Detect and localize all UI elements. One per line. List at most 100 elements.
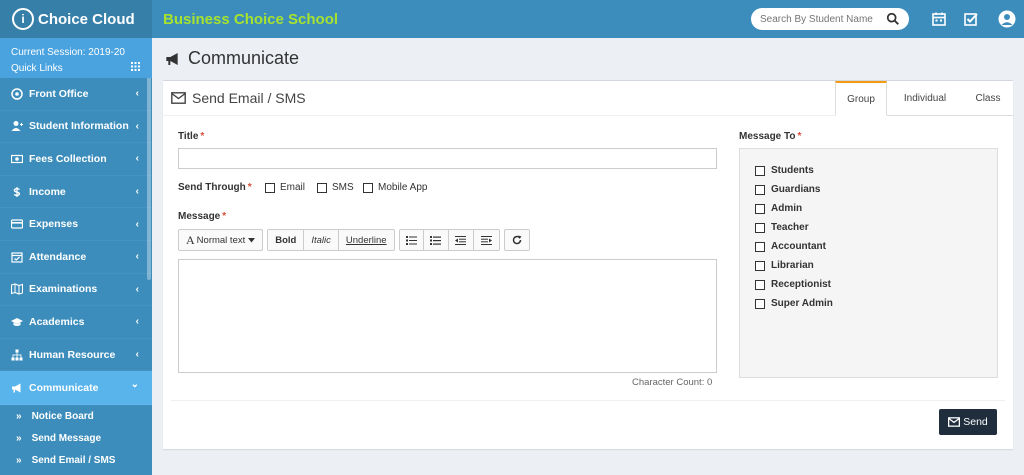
normal-text-select[interactable]: A Normal text — [179, 230, 262, 250]
role-admin[interactable]: Admin — [755, 203, 802, 214]
sidebar-item-front-office[interactable]: Front Office ‹ — [0, 78, 152, 111]
accountant-checkbox[interactable] — [755, 241, 765, 252]
sidebar-item-label: Examinations — [29, 283, 98, 296]
send-through-sms[interactable]: SMS — [317, 182, 354, 193]
send-through-mobile-app[interactable]: Mobile App — [363, 182, 427, 193]
underline-button[interactable]: Underline — [339, 230, 394, 250]
role-guardians[interactable]: Guardians — [755, 184, 820, 195]
email-option-label: Email — [280, 182, 306, 193]
bold-button[interactable]: Bold — [268, 230, 305, 250]
double-chevron-icon: » — [16, 432, 22, 444]
role-students[interactable]: Students — [755, 165, 814, 176]
sidebar-item-communicate[interactable]: Communicate ⌄ — [0, 371, 152, 406]
sidebar-item-human-resource[interactable]: Human Resource ‹ — [0, 339, 152, 372]
required-mark: * — [247, 182, 252, 193]
character-count: Character Count: 0 — [632, 377, 713, 388]
unordered-list-button[interactable] — [400, 230, 424, 250]
search-input[interactable] — [760, 13, 880, 25]
role-super-admin[interactable]: Super Admin — [755, 298, 833, 309]
italic-button[interactable]: Italic — [304, 230, 339, 250]
search-icon[interactable] — [886, 12, 900, 26]
user-avatar-icon[interactable] — [998, 10, 1016, 28]
envelope-icon — [171, 92, 186, 104]
chevron-left-icon: ‹ — [135, 349, 139, 361]
role-librarian[interactable]: Librarian — [755, 260, 814, 271]
indent-icon — [480, 235, 492, 245]
email-checkbox[interactable] — [265, 182, 275, 193]
role-label: Super Admin — [771, 298, 833, 309]
quick-links[interactable]: Quick Links — [11, 61, 141, 77]
message-to-label-text: Message To — [739, 131, 796, 142]
chevron-left-icon: ‹ — [135, 316, 139, 328]
sms-option-label: SMS — [332, 182, 354, 193]
required-mark: * — [797, 131, 802, 142]
role-accountant[interactable]: Accountant — [755, 241, 826, 252]
box-title: Send Email / SMS — [171, 90, 306, 106]
format-dropdown[interactable]: A Normal text — [178, 229, 264, 251]
undo-group — [503, 229, 530, 251]
sidebar-subitem-send-message[interactable]: » Send Message — [0, 427, 152, 450]
task-check-icon[interactable] — [963, 11, 979, 27]
indent-button[interactable] — [474, 230, 499, 250]
sidebar-item-examinations[interactable]: Examinations ‹ — [0, 274, 152, 307]
sidebar-item-label: Fees Collection — [29, 152, 107, 165]
students-checkbox[interactable] — [755, 165, 765, 176]
tab-individual[interactable]: Individual — [887, 81, 963, 116]
student-search[interactable] — [751, 8, 909, 30]
sidebar-item-academics[interactable]: Academics ‹ — [0, 306, 152, 339]
normal-text-label: Normal text — [196, 234, 246, 246]
chevron-left-icon: ‹ — [135, 251, 139, 263]
chevron-down-icon: ⌄ — [130, 379, 139, 391]
sidebar-subitem-label: Send Message — [31, 432, 102, 444]
calendar-icon[interactable] — [931, 11, 947, 27]
role-teacher[interactable]: Teacher — [755, 222, 809, 233]
ordered-list-button[interactable] — [424, 230, 449, 250]
double-chevron-icon: » — [16, 454, 22, 466]
super-admin-checkbox[interactable] — [755, 298, 765, 309]
sidebar-item-expenses[interactable]: Expenses ‹ — [0, 208, 152, 241]
guardians-checkbox[interactable] — [755, 184, 765, 195]
outdent-button[interactable] — [449, 230, 474, 250]
page-title: Communicate — [164, 48, 299, 69]
role-label: Accountant — [771, 241, 826, 252]
send-button[interactable]: Send — [939, 409, 997, 435]
sidebar-subitem-notice-board[interactable]: » Notice Board — [0, 405, 152, 428]
role-receptionist[interactable]: Receptionist — [755, 279, 831, 290]
sidebar-item-attendance[interactable]: Attendance ‹ — [0, 241, 152, 274]
title-input[interactable] — [178, 148, 717, 169]
grid-icon[interactable] — [131, 62, 140, 71]
refresh-button[interactable] — [505, 230, 529, 250]
money-icon — [11, 154, 23, 164]
receptionist-checkbox[interactable] — [755, 279, 765, 290]
sidebar-item-fees-collection[interactable]: Fees Collection ‹ — [0, 143, 152, 176]
page-title-text: Communicate — [188, 48, 300, 68]
sidebar-item-income[interactable]: Income ‹ — [0, 176, 152, 209]
sidebar: Current Session: 2019-20 Quick Links Fro… — [0, 38, 152, 475]
graduation-cap-icon — [11, 317, 23, 326]
tab-group[interactable]: Group — [835, 81, 887, 116]
role-label: Admin — [771, 203, 803, 214]
sms-checkbox[interactable] — [317, 182, 327, 193]
message-editor[interactable] — [178, 259, 717, 373]
required-mark: * — [200, 131, 205, 142]
current-session[interactable]: Current Session: 2019-20 — [11, 45, 141, 61]
map-icon — [11, 283, 23, 295]
mobile-app-checkbox[interactable] — [363, 182, 373, 193]
app-logo[interactable]: i Choice Cloud — [0, 0, 152, 38]
send-email-sms-panel: Send Email / SMS Group Individual Class … — [163, 80, 1013, 449]
sidebar-subitem-label: Notice Board — [31, 410, 94, 422]
send-through-email[interactable]: Email — [265, 182, 305, 193]
title-label-text: Title — [178, 131, 199, 142]
message-to-label: Message To * — [739, 131, 801, 142]
logo-info-icon: i — [12, 8, 34, 30]
teacher-checkbox[interactable] — [755, 222, 765, 233]
chevron-left-icon: ‹ — [135, 218, 139, 230]
sidebar-item-student-information[interactable]: Student Information ‹ — [0, 111, 152, 144]
admin-checkbox[interactable] — [755, 203, 765, 214]
sidebar-subitem-send-email-sms[interactable]: » Send Email / SMS — [0, 449, 152, 472]
tab-class[interactable]: Class — [963, 81, 1013, 116]
sitemap-icon — [11, 349, 23, 361]
envelope-icon — [948, 417, 961, 427]
title-label: Title * — [178, 131, 204, 142]
librarian-checkbox[interactable] — [755, 260, 765, 271]
